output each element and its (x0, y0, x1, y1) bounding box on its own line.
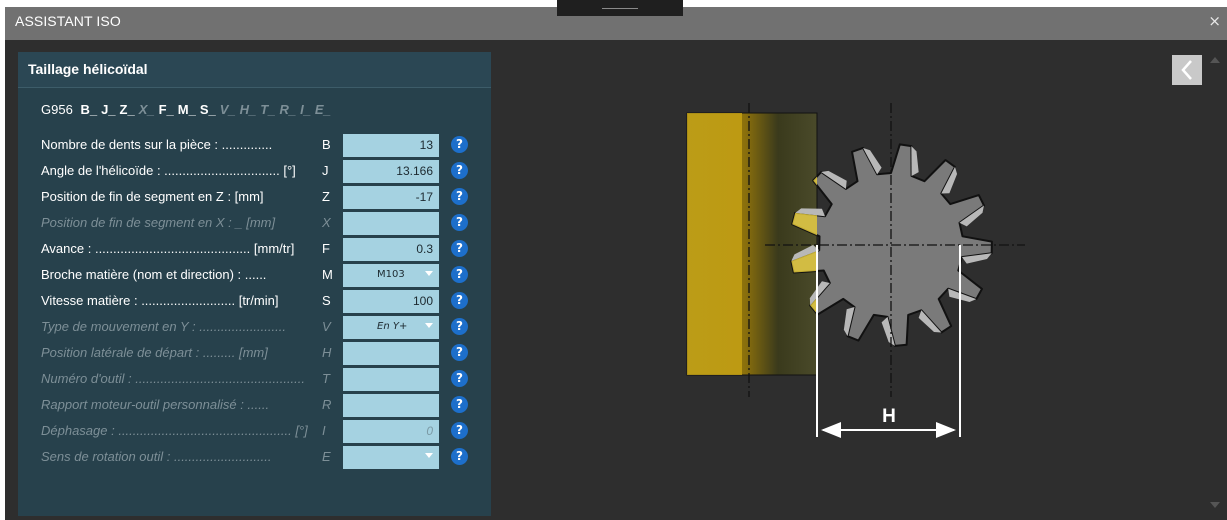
dimension-label: H (882, 406, 896, 427)
helical-cutting-diagram: H (686, 103, 1025, 438)
assistant-window: ASSISTANT ISO × Taillage hélicoïdal G956… (5, 0, 1227, 520)
gear-tooth-flank (911, 146, 919, 177)
